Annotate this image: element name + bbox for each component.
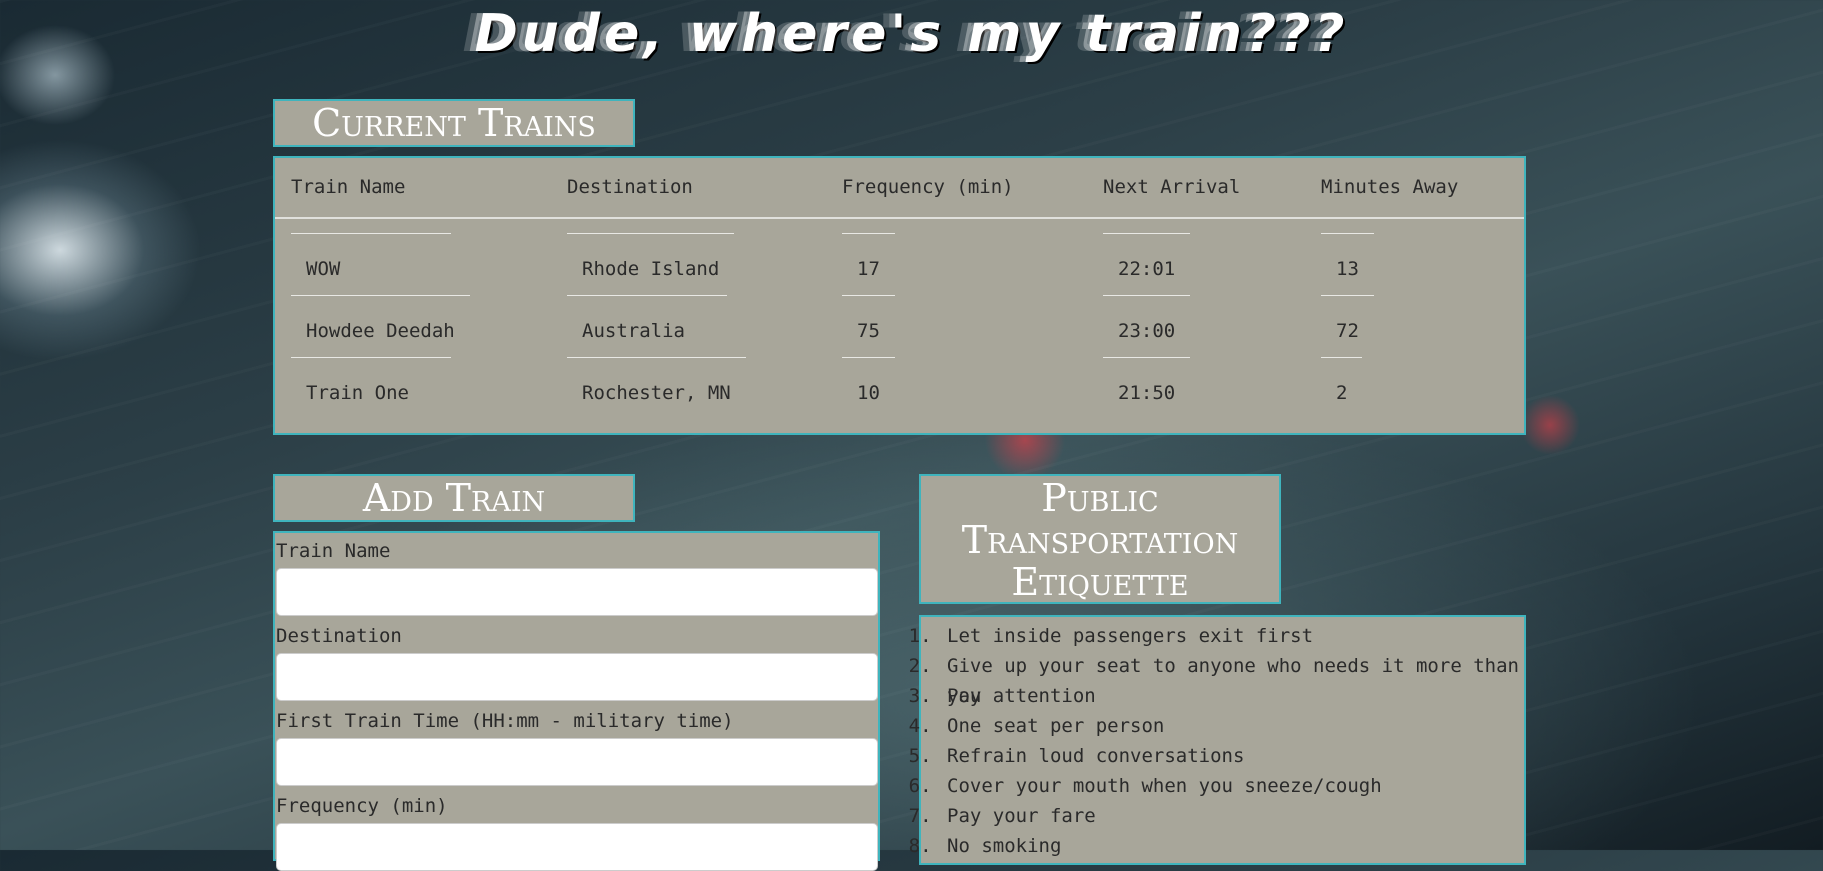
etiquette-heading-line1: Public [1041, 476, 1159, 520]
list-item: No smoking [943, 831, 1524, 861]
current-trains-heading: Current Trains [273, 99, 635, 147]
train-name-input[interactable] [276, 568, 878, 616]
list-item: Pay attention [943, 681, 1524, 711]
frequency-cell: 75 [842, 295, 895, 357]
current-trains-table-panel: Train Name Destination Frequency (min) N… [273, 156, 1526, 435]
add-train-heading: Add Train [273, 474, 635, 522]
minutes-away-cell: 2 [1321, 357, 1363, 419]
train-name-cell: WOW [291, 233, 451, 295]
etiquette-list: Let inside passengers exit first Give up… [921, 617, 1524, 861]
column-header-next-arrival: Next Arrival [1087, 158, 1305, 219]
first-train-time-input[interactable] [276, 738, 878, 786]
train-name-cell: Howdee Deedah [291, 295, 470, 357]
etiquette-heading-line3: Etiquette [1011, 560, 1189, 604]
column-header-frequency: Frequency (min) [826, 158, 1087, 219]
first-train-time-label: First Train Time (HH:mm - military time) [276, 710, 734, 732]
train-name-cell: Train One [291, 357, 451, 419]
minutes-away-cell: 72 [1321, 295, 1374, 357]
column-header-minutes-away: Minutes Away [1305, 158, 1524, 219]
destination-cell: Australia [567, 295, 727, 357]
add-train-form: Train Name Destination First Train Time … [273, 531, 880, 871]
etiquette-heading: Public Transportation Etiquette [919, 474, 1281, 604]
frequency-label: Frequency (min) [276, 795, 448, 817]
table-row: Train One Rochester, MN 10 21:50 2 [275, 357, 1524, 419]
add-train-heading-text: Add Train [362, 476, 546, 520]
column-header-destination: Destination [551, 158, 826, 219]
list-item: Give up your seat to anyone who needs it… [943, 651, 1524, 707]
column-header-train-name: Train Name [275, 158, 551, 219]
destination-cell: Rhode Island [567, 233, 735, 295]
next-arrival-cell: 23:00 [1103, 295, 1191, 357]
list-item: Cover your mouth when you sneeze/cough [943, 771, 1524, 801]
page-title: Dude, where's my train??? [474, 4, 1349, 64]
list-item: Let inside passengers exit first [943, 621, 1524, 651]
current-trains-table: Train Name Destination Frequency (min) N… [275, 158, 1524, 419]
frequency-cell: 17 [842, 233, 895, 295]
current-trains-heading-text: Current Trains [312, 101, 596, 145]
list-item: Refrain loud conversations [943, 741, 1524, 771]
etiquette-list-panel: Let inside passengers exit first Give up… [919, 615, 1526, 865]
list-item: Pay your fare [943, 801, 1524, 831]
table-row: WOW Rhode Island 17 22:01 13 [275, 218, 1524, 295]
minutes-away-cell: 13 [1321, 233, 1374, 295]
train-name-label: Train Name [276, 540, 391, 562]
next-arrival-cell: 22:01 [1103, 233, 1191, 295]
destination-cell: Rochester, MN [567, 357, 746, 419]
frequency-input[interactable] [276, 823, 878, 871]
next-arrival-cell: 21:50 [1103, 357, 1191, 419]
destination-label: Destination [276, 625, 402, 647]
frequency-cell: 10 [842, 357, 895, 419]
table-header-row: Train Name Destination Frequency (min) N… [275, 158, 1524, 219]
etiquette-heading-line2: Transportation [961, 518, 1239, 562]
table-row: Howdee Deedah Australia 75 23:00 72 [275, 295, 1524, 357]
destination-input[interactable] [276, 653, 878, 701]
list-item: One seat per person [943, 711, 1524, 741]
